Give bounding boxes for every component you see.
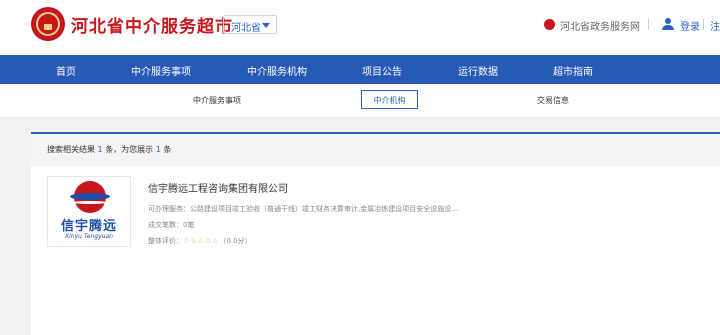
company-services: 可办理服务：公路建设项目竣工验收（普通干线）竣工财务决算审计,金属冶炼建设项目安…: [148, 205, 459, 213]
chevron-down-icon: [262, 23, 270, 28]
company-deals: 成交笔数：0笔: [148, 221, 195, 229]
login-link[interactable]: 登录: [680, 18, 700, 33]
province-select-value: 河北省: [231, 23, 261, 34]
divider: [703, 19, 704, 30]
register-link[interactable]: 注: [710, 18, 720, 33]
nav-item-announcements[interactable]: 项目公告: [362, 63, 402, 78]
company-logo[interactable]: 信宇腾远 Xinyu Tengyuan: [47, 176, 131, 247]
result-count: 1: [97, 145, 103, 154]
result-shown: 1: [155, 145, 161, 154]
tab-agencies[interactable]: 中介机构: [361, 90, 418, 109]
company-logo-mark: [70, 181, 110, 213]
gov-service-link[interactable]: 河北省政务服务网: [560, 18, 640, 33]
company-logo-cn: 信宇腾远: [60, 219, 117, 234]
nav-item-service-agencies[interactable]: 中介服务机构: [247, 63, 307, 78]
nav-item-guide[interactable]: 超市指南: [553, 63, 593, 78]
result-summary-bar: 搜索相关结果 1 条，为您展示 1 条: [31, 134, 720, 166]
company-logo-en: Xinyu Tengyuan: [65, 233, 113, 240]
sub-nav: 中介服务事项 中介机构 交易信息: [0, 84, 720, 118]
company-rating: 整体评价：☆☆☆☆☆（0.0分）: [148, 237, 252, 245]
divider: [648, 19, 649, 30]
gov-emblem-icon: [544, 19, 555, 30]
tab-service-matters[interactable]: 中介服务事项: [193, 95, 241, 106]
result-summary: 搜索相关结果 1 条，为您展示 1 条: [47, 145, 172, 154]
main-nav: 首页 中介服务事项 中介服务机构 项目公告 运行数据 超市指南: [0, 55, 720, 84]
province-select[interactable]: 河北省: [223, 15, 277, 34]
nav-item-service-matters[interactable]: 中介服务事项: [131, 63, 191, 78]
results-panel: 搜索相关结果 1 条，为您展示 1 条 信宇腾远 Xinyu Tengyuan …: [31, 132, 720, 335]
site-logo[interactable]: [31, 7, 65, 41]
nav-item-statistics[interactable]: 运行数据: [458, 63, 498, 78]
company-name-link[interactable]: 信宇腾远工程咨询集团有限公司: [148, 180, 288, 195]
header: 河北省中介服务超市 河北省 河北省政务服务网 登录 注: [0, 0, 720, 55]
site-title[interactable]: 河北省中介服务超市: [71, 12, 233, 37]
tab-agencies-label: 中介机构: [373, 96, 406, 105]
rating-stars: ☆☆☆☆☆: [183, 237, 220, 245]
nav-item-home[interactable]: 首页: [56, 63, 76, 78]
user-icon: [662, 18, 674, 30]
tab-transactions[interactable]: 交易信息: [537, 95, 569, 106]
